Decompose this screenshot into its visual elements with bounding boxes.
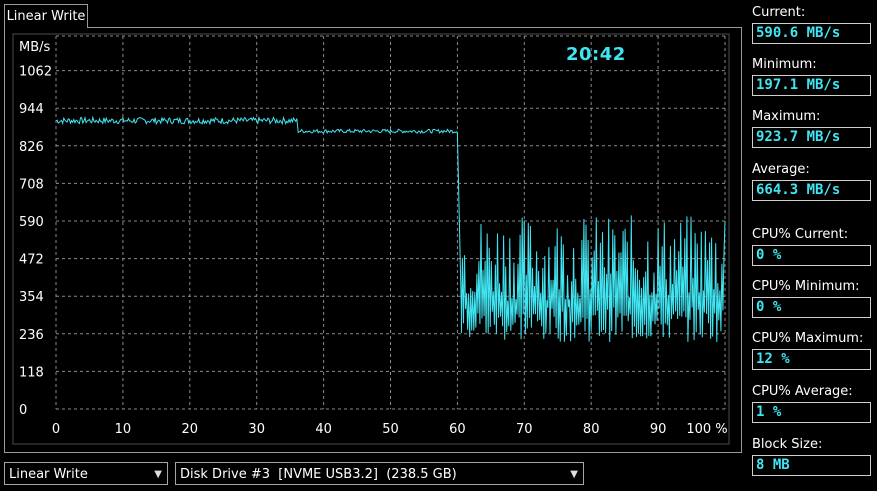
y-tick-label: 472 [19, 253, 44, 268]
x-tick-label: 30 [248, 422, 265, 437]
y-tick-label: 118 [19, 365, 44, 380]
current-label: Current: [752, 5, 806, 20]
block-size-label: Block Size: [752, 437, 823, 452]
cpu-maximum-label: CPU% Maximum: [752, 331, 864, 346]
x-tick-label: 100 % [686, 422, 727, 437]
average-label: Average: [752, 162, 810, 177]
y-axis-label: MB/s [19, 40, 51, 55]
average-value: 664.3 MB/s [752, 180, 871, 201]
block-size-value: 8 MB [752, 455, 871, 476]
chart-panel: 0 10 20 30 40 50 60 70 80 90 100 % 0 118 236 354 472 590… [4, 27, 742, 453]
cpu-current-label: CPU% Current: [752, 227, 849, 242]
x-tick-label: 40 [315, 422, 332, 437]
speed-chart: 0 10 20 30 40 50 60 70 80 90 100 % 0 118 236 354 472 590… [12, 33, 730, 445]
test-type-select[interactable]: Linear Write ▼ [4, 462, 168, 485]
x-tick-label: 90 [650, 422, 667, 437]
drive-select[interactable]: Disk Drive #3 [NVME USB3.2] (238.5 GB) ▼ [175, 462, 584, 485]
x-tick-label: 70 [516, 422, 533, 437]
cpu-maximum-value: 12 % [752, 349, 871, 370]
current-value: 590.6 MB/s [752, 23, 871, 44]
x-tick-label: 10 [115, 422, 132, 437]
y-tick-label: 0 [19, 403, 27, 418]
x-tick-label: 50 [382, 422, 399, 437]
x-tick-label: 0 [52, 422, 60, 437]
elapsed-time: 20:42 [566, 44, 626, 65]
minimum-value: 197.1 MB/s [752, 75, 871, 96]
cpu-average-label: CPU% Average: [752, 384, 853, 399]
y-tick-label: 354 [19, 290, 44, 305]
stats-panel: Current: 590.6 MB/s Minimum: 197.1 MB/s … [752, 0, 877, 491]
y-tick-label: 826 [19, 140, 44, 155]
y-tick-label: 708 [19, 177, 44, 192]
test-type-select-value: Linear Write [9, 467, 88, 482]
x-tick-label: 80 [583, 422, 600, 437]
chevron-down-icon: ▼ [570, 469, 578, 480]
y-tick-label: 236 [19, 328, 44, 343]
cpu-average-value: 1 % [752, 402, 871, 423]
cpu-minimum-label: CPU% Minimum: [752, 279, 860, 294]
drive-select-value: Disk Drive #3 [NVME USB3.2] (238.5 GB) [180, 467, 457, 482]
cpu-current-value: 0 % [752, 245, 871, 266]
x-tick-label: 60 [449, 422, 466, 437]
x-tick-label: 20 [182, 422, 199, 437]
cpu-minimum-value: 0 % [752, 297, 871, 318]
y-tick-label: 590 [19, 215, 44, 230]
y-tick-label: 944 [19, 102, 44, 117]
maximum-label: Maximum: [752, 109, 821, 124]
chevron-down-icon: ▼ [154, 469, 162, 480]
y-tick-label: 1062 [19, 65, 52, 80]
minimum-label: Minimum: [752, 57, 817, 72]
maximum-value: 923.7 MB/s [752, 127, 871, 148]
plot-frame [12, 33, 730, 445]
tab-linear-write[interactable]: Linear Write [4, 4, 88, 28]
